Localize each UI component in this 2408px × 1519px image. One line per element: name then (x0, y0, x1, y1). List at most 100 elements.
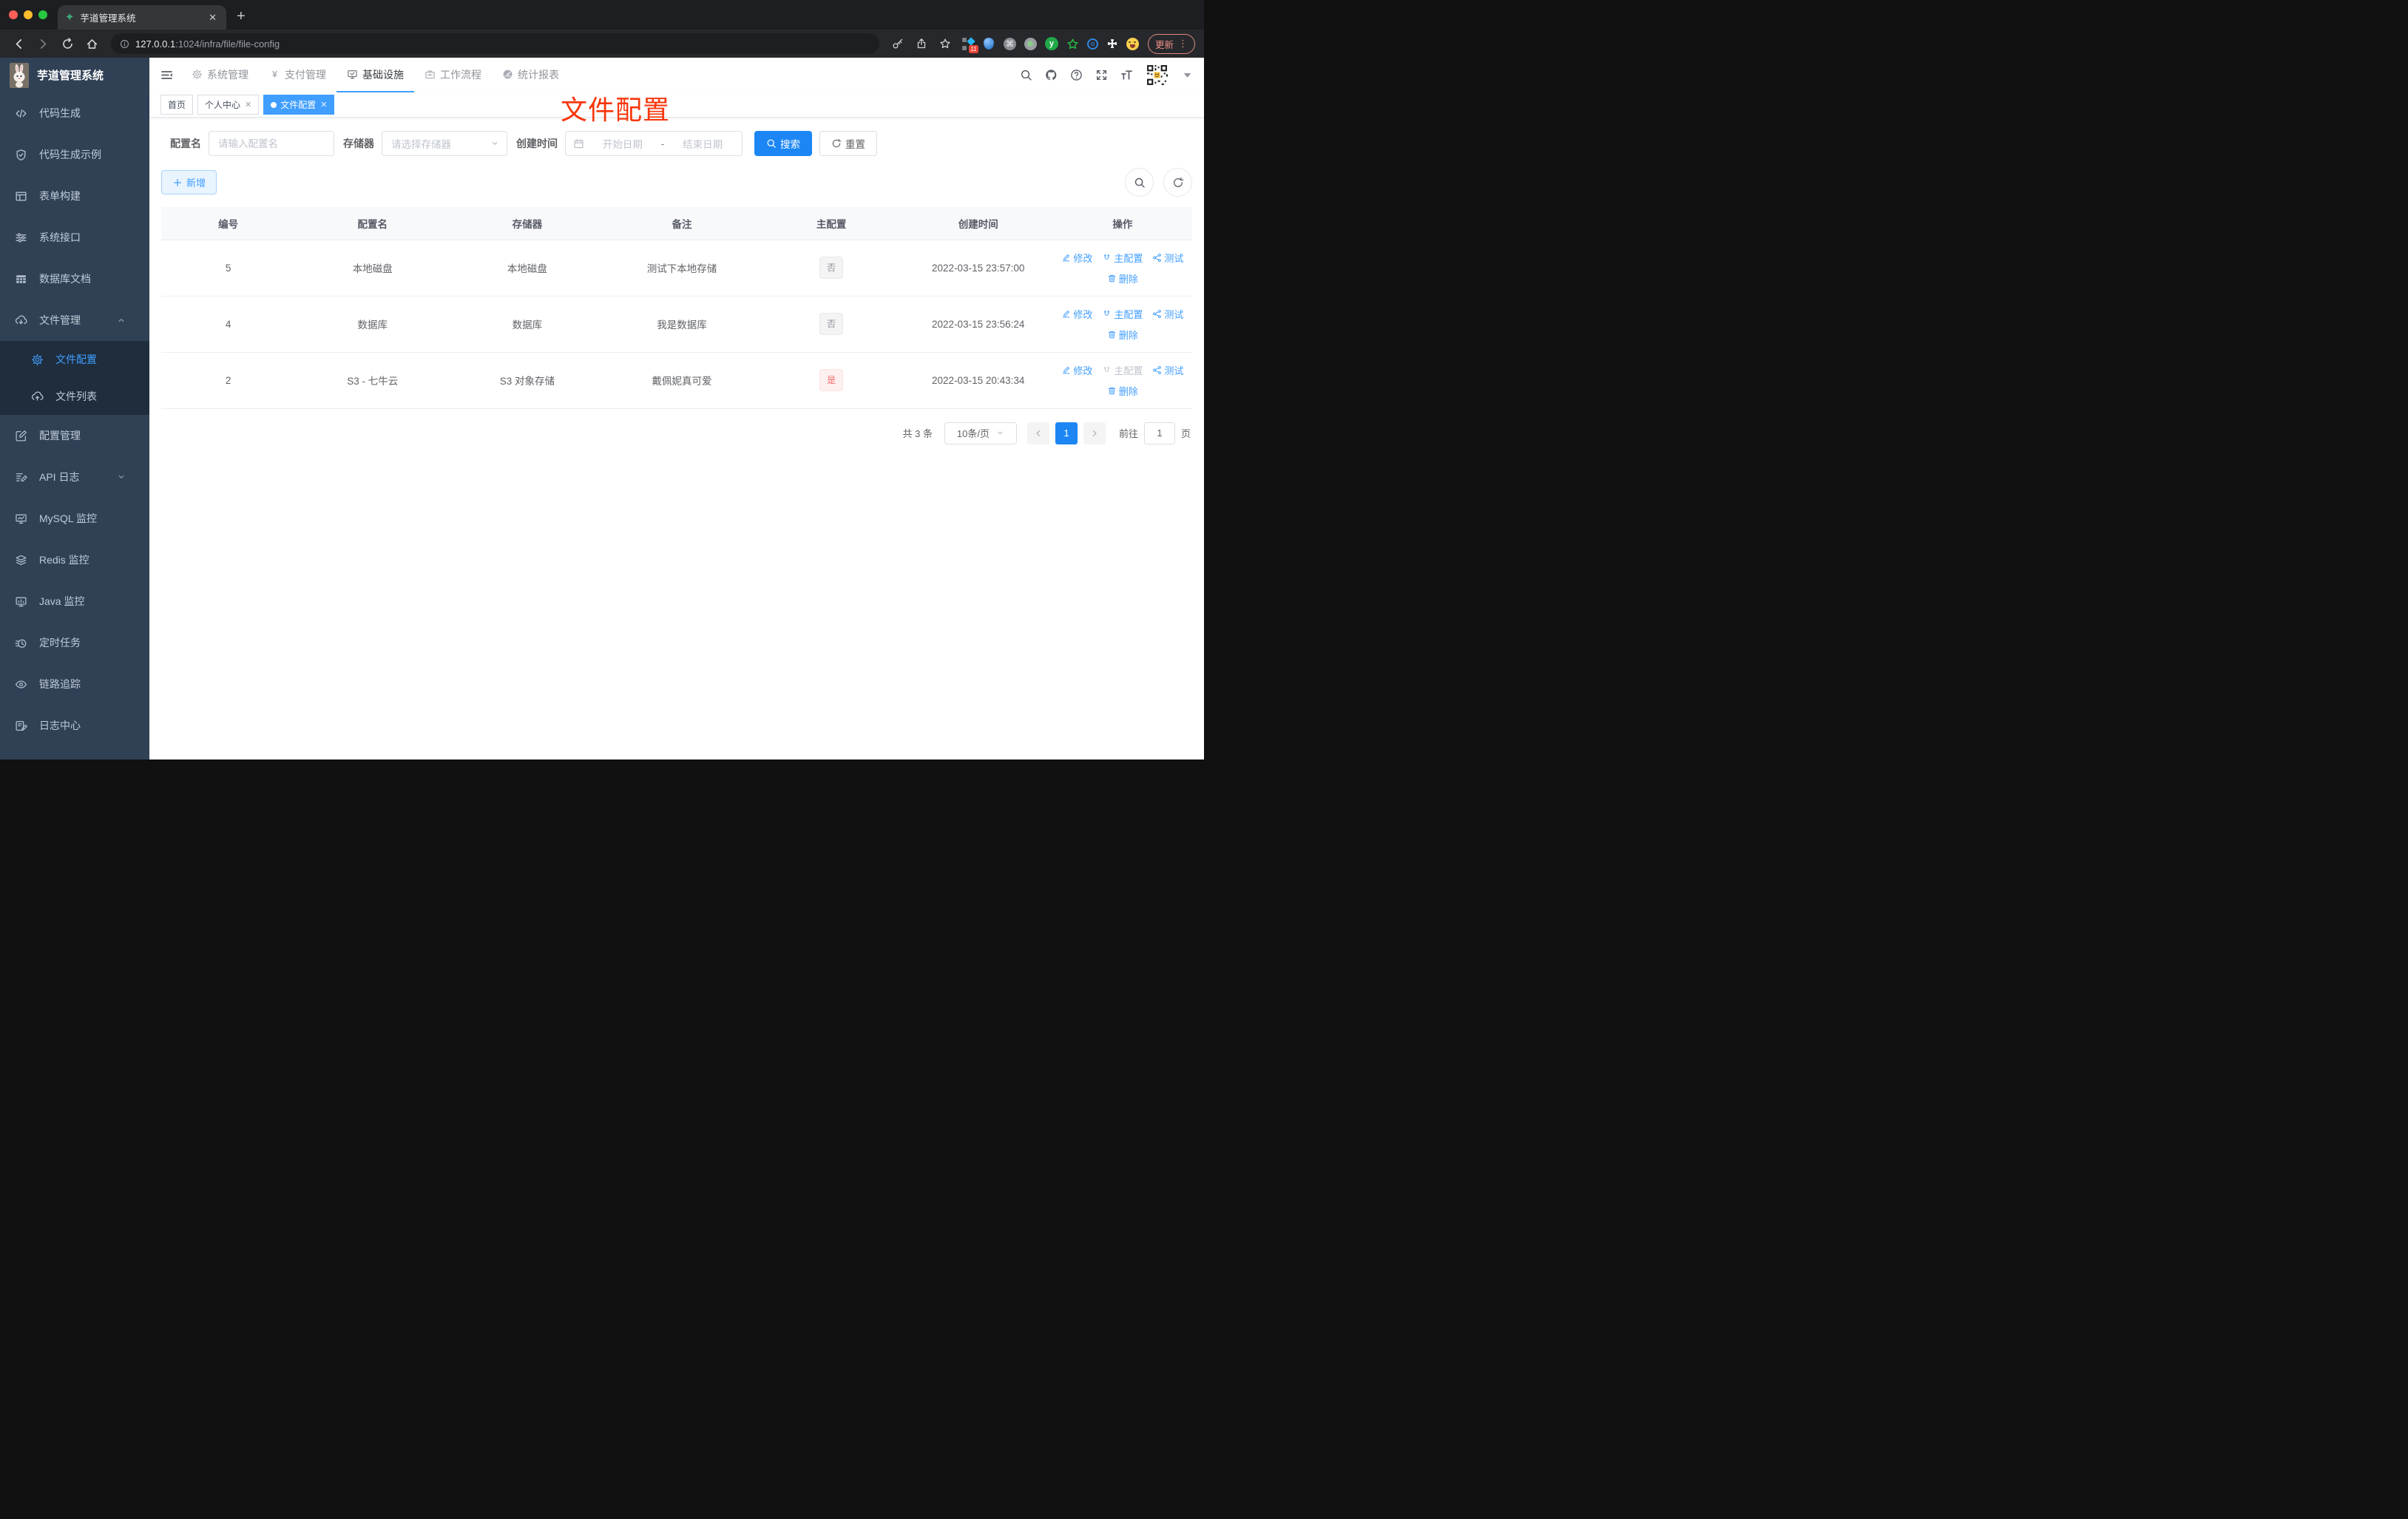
top-nav-item[interactable]: 基础设施 (336, 58, 414, 92)
monitor-chart-icon (15, 512, 27, 525)
edit-pencil-icon (1061, 365, 1071, 375)
page-size-select[interactable]: 10条/页 (944, 422, 1017, 444)
extensions-puzzle-icon[interactable] (1106, 38, 1118, 50)
top-nav-item[interactable]: 统计报表 (492, 58, 569, 92)
delete-action[interactable]: 删除 (1107, 328, 1138, 342)
top-nav-item[interactable]: 系统管理 (181, 58, 259, 92)
set-master-action[interactable]: 主配置 (1102, 251, 1143, 265)
cell-actions: 修改 主配置 测试 删除 (1052, 240, 1192, 297)
search-button[interactable]: 搜索 (754, 131, 812, 156)
edit-action[interactable]: 修改 (1061, 363, 1092, 377)
set-master-action[interactable]: 主配置 (1102, 307, 1143, 321)
delete-action[interactable]: 删除 (1107, 271, 1138, 285)
sidebar-item[interactable]: 文件管理 (0, 300, 149, 341)
sidebar-subitem[interactable]: 文件列表 (0, 378, 149, 415)
sidebar-item[interactable]: API 日志 (0, 456, 149, 498)
bookmark-star-icon[interactable] (934, 38, 956, 50)
date-start-placeholder: 开始日期 (602, 139, 643, 150)
extension-ring-icon[interactable] (1086, 38, 1098, 50)
test-action[interactable]: 测试 (1152, 251, 1183, 265)
tab-close-icon[interactable]: ✕ (206, 12, 219, 24)
tag[interactable]: 首页 (160, 95, 194, 115)
user-avatar[interactable] (1146, 64, 1169, 87)
reset-button[interactable]: 重置 (819, 131, 877, 156)
sidebar-item-label: MySQL 监控 (39, 512, 98, 524)
extension-emoji-icon[interactable] (1126, 37, 1139, 50)
sidebar-item[interactable]: 日志中心 (0, 705, 149, 746)
sidebar-item[interactable]: 系统接口 (0, 217, 149, 258)
sidebar-item[interactable]: 链路追踪 (0, 663, 149, 705)
help-icon[interactable] (1070, 69, 1083, 81)
forward-button[interactable] (32, 38, 55, 50)
edit-action[interactable]: 修改 (1061, 307, 1092, 321)
cell-actions: 修改 主配置 测试删除 (1052, 296, 1192, 353)
test-action[interactable]: 测试 (1152, 307, 1183, 321)
browser-update-button[interactable]: 更新 ⋮ (1147, 33, 1195, 54)
prev-page-button[interactable] (1027, 422, 1049, 444)
back-button[interactable] (7, 38, 30, 50)
sidebar-item[interactable]: 表单构建 (0, 175, 149, 217)
top-nav-item[interactable]: ¥ 支付管理 (259, 58, 336, 92)
browser-tab[interactable]: 芋道管理系统 ✕ (58, 5, 226, 30)
extension-command-icon[interactable]: ⌘ (1003, 37, 1016, 50)
avatar-caret-down-icon[interactable] (1181, 69, 1194, 81)
top-nav-item[interactable]: 工作流程 (414, 58, 492, 92)
new-tab-button[interactable]: + (237, 8, 246, 25)
delete-action[interactable]: 删除 (1107, 384, 1138, 398)
extension-gem-icon[interactable] (983, 38, 995, 50)
password-manager-icon[interactable] (887, 38, 909, 50)
url-host: 127.0.0.1 (135, 38, 176, 50)
sidebar-item[interactable]: 代码生成 (0, 92, 149, 134)
storage-select[interactable]: 请选择存储器 (382, 131, 507, 156)
add-button[interactable]: 新增 (161, 170, 217, 194)
share-test-icon (1152, 253, 1162, 263)
close-window-button[interactable] (9, 10, 18, 19)
tag-close-icon[interactable]: ✕ (245, 100, 251, 109)
tag-close-icon[interactable]: ✕ (320, 100, 327, 109)
sidebar-item[interactable]: Java 监控 (0, 581, 149, 622)
table-column-header: 编号 (161, 207, 296, 240)
toggle-search-button[interactable] (1125, 168, 1154, 197)
test-action[interactable]: 测试 (1152, 363, 1183, 377)
table-column-header: 操作 (1052, 207, 1192, 240)
sidebar-item[interactable]: MySQL 监控 (0, 498, 149, 539)
config-name-input[interactable] (209, 131, 334, 156)
browser-menu-icon[interactable]: ⋮ (1178, 38, 1188, 50)
tag[interactable]: 个人中心 ✕ (197, 95, 260, 115)
edit-action[interactable]: 修改 (1061, 251, 1092, 265)
minimize-window-button[interactable] (24, 10, 33, 19)
collapse-sidebar-button[interactable] (160, 68, 174, 82)
fullscreen-icon[interactable] (1095, 69, 1108, 81)
sidebar-subitem[interactable]: 文件配置 (0, 341, 149, 378)
sidebar-item[interactable]: 定时任务 (0, 622, 149, 663)
zoom-window-button[interactable] (38, 10, 47, 19)
address-bar[interactable]: 127.0.0.1:1024/infra/file/file-config (111, 33, 879, 54)
refresh-table-button[interactable] (1163, 168, 1192, 197)
edit-pencil-icon (1061, 309, 1071, 319)
home-button[interactable] (81, 38, 104, 50)
reload-button[interactable] (56, 37, 79, 50)
current-page-button[interactable]: 1 (1055, 422, 1078, 444)
sidebar-item[interactable]: 数据库文档 (0, 258, 149, 300)
extension-recorder-icon[interactable] (1024, 37, 1037, 50)
sidebar-item[interactable]: 配置管理 (0, 415, 149, 456)
test-action-label: 测试 (1164, 308, 1184, 320)
share-icon[interactable] (910, 38, 933, 50)
cell-storage: 本地磁盘 (450, 240, 605, 297)
font-size-icon[interactable] (1120, 69, 1133, 81)
extension-star-icon[interactable] (1066, 38, 1079, 50)
sidebar-item[interactable]: 代码生成示例 (0, 134, 149, 175)
github-icon[interactable] (1045, 69, 1058, 81)
sidebar-item-label: Redis 监控 (39, 554, 89, 566)
header-search-icon[interactable] (1020, 69, 1032, 81)
cell-id: 4 (161, 296, 296, 353)
extension-y-icon[interactable]: y (1044, 37, 1058, 50)
tag[interactable]: 文件配置 ✕ (263, 95, 335, 115)
goto-page-input[interactable] (1143, 422, 1175, 444)
table-toolbar: 新增 (161, 168, 1192, 197)
date-range-picker[interactable]: 开始日期 - 结束日期 (565, 131, 743, 156)
extension-tampermonkey-icon[interactable]: 11 (961, 36, 978, 53)
next-page-button[interactable] (1083, 422, 1106, 444)
sidebar-item[interactable]: Redis 监控 (0, 539, 149, 581)
chevron-right-icon (1090, 429, 1099, 438)
